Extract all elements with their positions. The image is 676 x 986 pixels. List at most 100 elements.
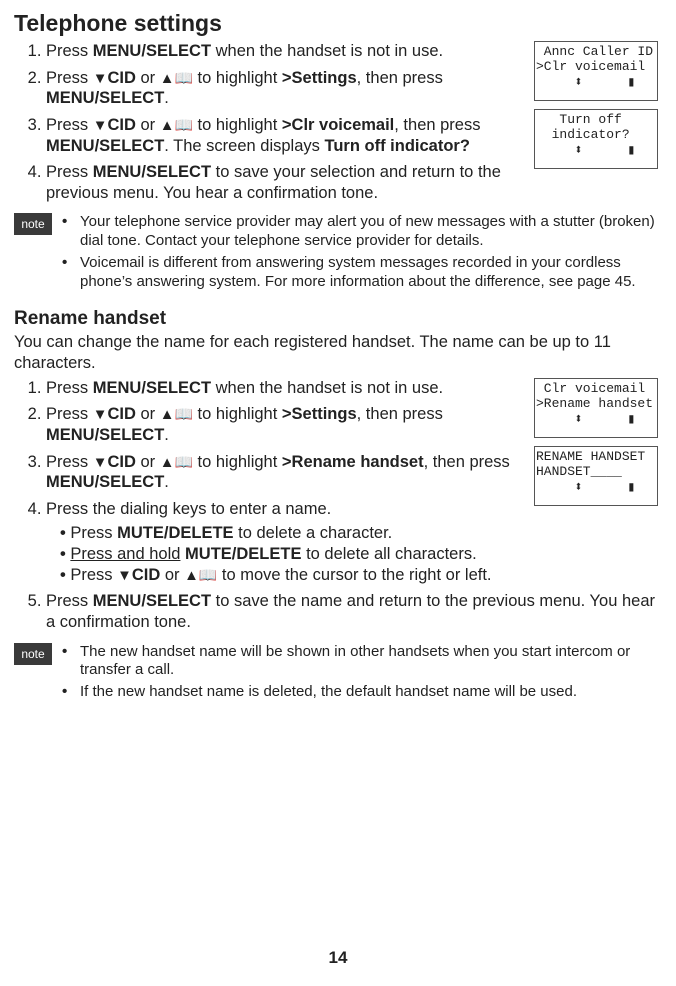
substeps-list: Press MUTE/DELETE to delete a character.… [46,523,662,585]
step-text: to highlight [193,453,282,471]
step-text: Press [46,592,93,610]
note-block: note Your telephone service provider may… [14,213,662,294]
lcd-line: Clr voicemail [536,382,656,397]
lcd-screen: Turn off indicator? ⬍ ▮ [534,109,658,169]
step-text: , then press [394,116,480,134]
step-text: Press [46,116,93,134]
note-item: Your telephone service provider may aler… [62,213,662,251]
page-number: 14 [14,948,662,968]
step-text: , then press [357,69,443,87]
menu-small: MENU [46,473,95,491]
step-text: , then press [424,453,510,471]
mute-small: MUTE [117,524,164,542]
lcd-line: >Clr voicemail [536,60,656,75]
menu-small: MENU [93,163,142,181]
lcd-line: >Rename handset [536,397,656,412]
down-arrow-icon: ▼ [117,568,132,584]
step-text: Press [70,566,117,584]
bold-text: MENU/SELECT [93,379,211,397]
book-icon: 📖 [174,407,192,423]
cid-label: CID [107,69,135,87]
up-arrow-icon: ▲ [160,118,175,134]
step-text: when the handset is not in use. [211,379,443,397]
menu-small: MENU [93,592,142,610]
step-text: . [164,426,169,444]
section-title: Rename handset [14,308,662,330]
menu-small: MENU [46,137,95,155]
step-text: or [136,116,160,134]
bold-text: /DELETE [232,545,302,563]
bold-text: /SELECT [141,163,211,181]
up-arrow-icon: ▲ [184,568,199,584]
step-text: Press the dialing keys to enter a name. [46,500,331,518]
bold-text: /SELECT [95,473,165,491]
lcd-line: HANDSET____ [536,465,656,480]
bold-text: /SELECT [95,89,165,107]
step-text: to delete all characters. [301,545,476,563]
book-icon: 📖 [174,455,192,471]
menu-small: MENU [46,89,95,107]
step-text: or [136,69,160,87]
cid-label: CID [132,566,160,584]
step-text: , then press [357,405,443,423]
lcd-icons: ⬍ ▮ [536,75,656,91]
section-title: Telephone settings [14,10,662,37]
step-text: Press [46,69,93,87]
step-text: or [160,566,184,584]
step-text: Press [46,163,93,181]
section-intro: You can change the name for each registe… [14,332,662,373]
bold-text: /DELETE [164,524,234,542]
step-text: Press [46,453,93,471]
cid-label: CID [107,453,135,471]
note-item: The new handset name will be shown in ot… [62,643,662,681]
cid-label: CID [107,116,135,134]
step-text: Press [70,524,117,542]
book-icon: 📖 [174,118,192,134]
book-icon: 📖 [174,71,192,87]
note-label: note [14,643,52,665]
note-block: note The new handset name will be shown … [14,643,662,705]
lcd-screen: Annc Caller ID >Clr voicemail ⬍ ▮ [534,41,658,101]
step-text: to highlight [193,69,282,87]
manual-page: { "page_number": "14", "section1": { "ti… [14,10,662,986]
step-text: Press [46,42,93,60]
underlined-text: Press and hold [70,545,180,563]
step-text: or [136,453,160,471]
lcd-screens-group-1: Annc Caller ID >Clr voicemail ⬍ ▮ Turn o… [534,41,662,177]
note-body: Your telephone service provider may aler… [62,213,662,294]
note-item: Voicemail is different from answering sy… [62,254,662,292]
step-text: to delete a character. [234,524,393,542]
lcd-screen: RENAME HANDSET HANDSET____ ⬍ ▮ [534,446,658,506]
substep-item: Press ▼CID or ▲📖 to move the cursor to t… [60,565,662,586]
down-arrow-icon: ▼ [93,407,108,423]
lcd-screens-group-2: Clr voicemail >Rename handset ⬍ ▮ RENAME… [534,378,662,514]
step-text: . [164,89,169,107]
down-arrow-icon: ▼ [93,118,108,134]
lcd-icons: ⬍ ▮ [536,143,656,159]
bold-text: >Settings [282,69,357,87]
bold-text: Turn off indicator? [324,137,469,155]
lcd-line: Annc Caller ID [536,45,656,60]
lcd-line: Turn off [536,113,656,128]
substep-item: Press and hold MUTE/DELETE to delete all… [60,544,662,565]
bold-text: >Rename handset [282,453,424,471]
step-text: or [136,405,160,423]
step-text: . The screen displays [164,137,324,155]
step-text: Press [46,379,93,397]
bold-text: >Settings [282,405,357,423]
down-arrow-icon: ▼ [93,71,108,87]
bold-text: /SELECT [95,426,165,444]
bold-text: MENU/SELECT [93,42,211,60]
bold-text: >Clr voicemail [282,116,394,134]
lcd-icons: ⬍ ▮ [536,412,656,428]
up-arrow-icon: ▲ [160,71,175,87]
lcd-icons: ⬍ ▮ [536,480,656,496]
lcd-screen: Clr voicemail >Rename handset ⬍ ▮ [534,378,658,438]
up-arrow-icon: ▲ [160,407,175,423]
step-text: Press [46,405,93,423]
note-body: The new handset name will be shown in ot… [62,643,662,705]
step-item: Press MENU/SELECT to save the name and r… [46,591,662,632]
step-text: to highlight [193,405,282,423]
lcd-line: indicator? [536,128,656,143]
mute-small: MUTE [185,545,232,563]
